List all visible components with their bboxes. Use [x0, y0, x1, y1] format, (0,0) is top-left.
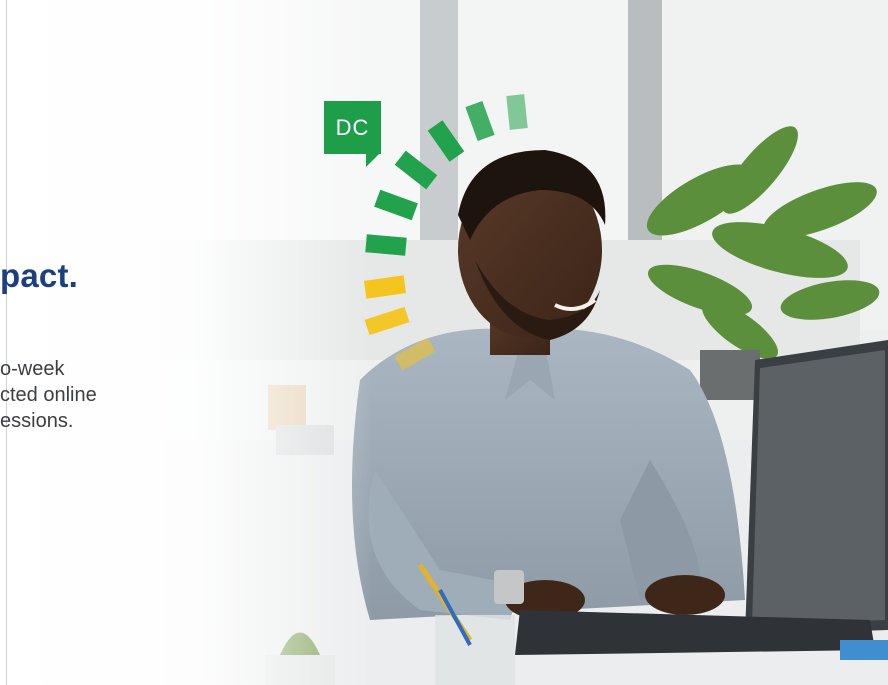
left-divider: [6, 0, 7, 685]
headline: pact.: [0, 257, 79, 294]
hero-photo: [0, 0, 888, 685]
office-scene: [0, 0, 888, 685]
dc-badge: DC: [324, 101, 381, 154]
dc-badge-tail: [366, 153, 380, 167]
body-line: essions.: [0, 410, 74, 432]
body-text: o-week cted online essions.: [0, 356, 160, 434]
body-line: cted online: [0, 384, 97, 406]
body-line: o-week: [0, 358, 65, 380]
